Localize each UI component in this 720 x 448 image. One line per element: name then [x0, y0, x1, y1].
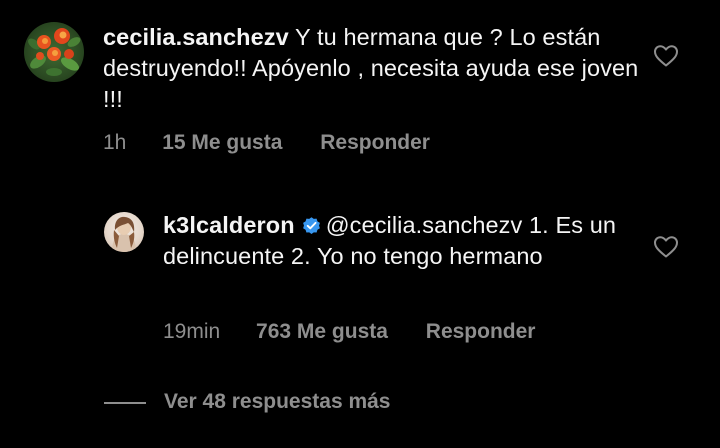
reply-button[interactable]: Responder [426, 320, 536, 343]
comment-meta: 19min 763 Me gusta Responder [163, 320, 535, 344]
heart-icon[interactable] [653, 44, 679, 68]
comment-time: 1h [103, 131, 127, 154]
comment-body: cecilia.sanchezv Y tu hermana que ? Lo e… [103, 22, 643, 115]
comment-time: 19min [163, 320, 221, 343]
comment-username[interactable]: cecilia.sanchezv [103, 24, 289, 50]
comment-likes[interactable]: 15 Me gusta [162, 131, 282, 154]
comment-likes[interactable]: 763 Me gusta [256, 320, 388, 343]
flowers-avatar-icon [28, 28, 81, 76]
avatar[interactable] [104, 212, 144, 252]
comment-username[interactable]: k3lcalderon [163, 212, 295, 238]
comment-meta: 1h 15 Me gusta Responder [103, 131, 430, 155]
comment-body: k3lcalderon @cecilia.sanchezv 1. Es un d… [163, 210, 633, 272]
profile-photo-avatar-icon [112, 216, 136, 252]
verified-badge-icon [302, 217, 320, 234]
view-more-replies-label[interactable]: Ver 48 respuestas más [164, 390, 391, 414]
reply-button[interactable]: Responder [320, 131, 430, 154]
heart-icon[interactable] [653, 235, 679, 259]
divider-line [104, 402, 146, 404]
avatar[interactable] [24, 22, 84, 82]
